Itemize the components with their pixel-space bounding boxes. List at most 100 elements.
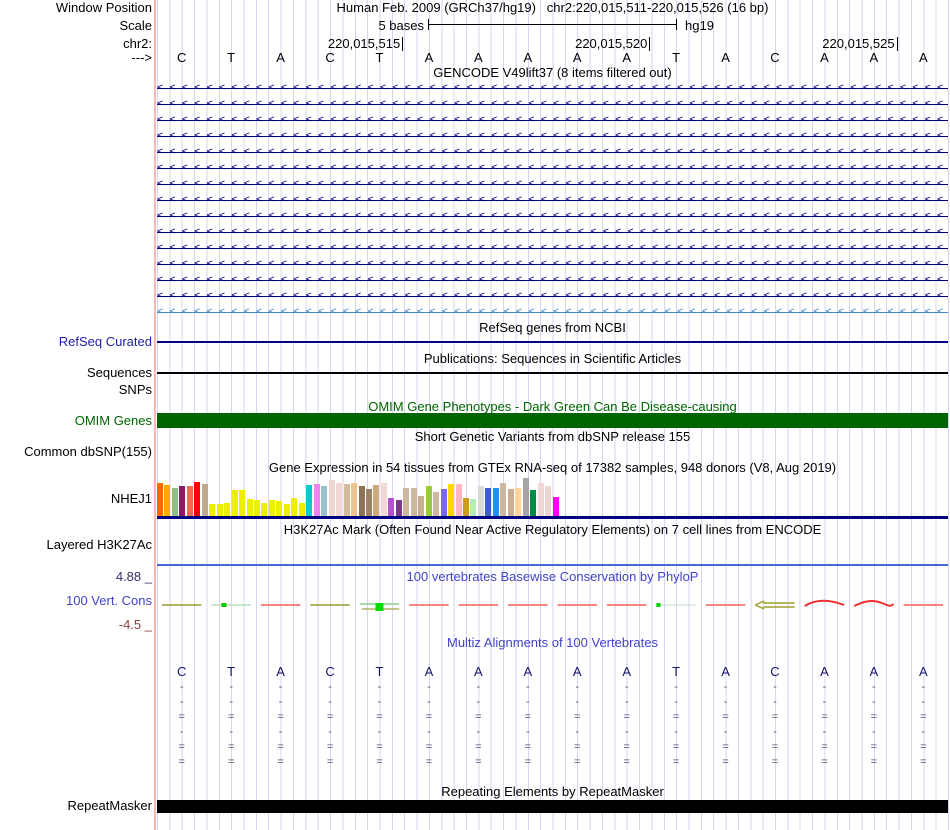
base-letter: A: [622, 50, 631, 65]
refseq-curated-track[interactable]: [157, 341, 948, 343]
phylop-mark: [656, 603, 661, 607]
gene-transcript-row[interactable]: <<<<<<<<<<<<<<<<<<<<<<<<<<<<<<<<<<<<<<<<…: [157, 128, 948, 144]
ruler-tick-label: 220,015,525: [157, 37, 898, 51]
expression-bar: [380, 483, 387, 516]
alignment-mark: -: [427, 681, 431, 693]
expression-bar: [492, 488, 499, 516]
gene-transcript-row[interactable]: <<<<<<<<<<<<<<<<<<<<<<<<<<<<<<<<<<<<<<<<…: [157, 80, 948, 96]
phylop-title: 100 vertebrates Basewise Conservation by…: [406, 569, 699, 584]
phylop-mark: [221, 603, 227, 607]
alignment-mark: =: [425, 711, 433, 723]
alignment-mark: =: [821, 711, 828, 723]
gene-transcript-row[interactable]: <<<<<<<<<<<<<<<<<<<<<<<<<<<<<<<<<<<<<<<<…: [157, 112, 948, 128]
gene-transcript-row[interactable]: <<<<<<<<<<<<<<<<<<<<<<<<<<<<<<<<<<<<<<<<…: [157, 224, 948, 240]
gene-transcript-row[interactable]: <<<<<<<<<<<<<<<<<<<<<<<<<<<<<<<<<<<<<<<<…: [157, 240, 948, 256]
alignment-mark: =: [277, 756, 284, 768]
alignment-mark: =: [376, 756, 383, 768]
center-guideline: [154, 0, 156, 830]
repeatmasker-track[interactable]: [157, 800, 948, 813]
strand-arrows: <<<<<<<<<<<<<<<<<<<<<<<<<<<<<<<<<<<<<<<<…: [157, 242, 948, 253]
alignment-mark: =: [425, 756, 433, 768]
expression-bar: [343, 484, 350, 516]
gtex-baseline: [157, 516, 948, 519]
expression-bar: [530, 490, 537, 516]
base-letter: T: [227, 50, 236, 65]
position-title: Human Feb. 2009 (GRCh37/hg19) chr2:220,0…: [336, 0, 769, 15]
alignment-mark: =: [623, 711, 630, 723]
alignment-mark: =: [227, 741, 235, 753]
expression-bar: [388, 498, 395, 516]
expression-bar: [298, 503, 305, 516]
alignment-mark: =: [870, 741, 878, 753]
gene-transcript-row[interactable]: <<<<<<<<<<<<<<<<<<<<<<<<<<<<<<<<<<<<<<<<…: [157, 272, 948, 288]
genome-browser: Window Position Human Feb. 2009 (GRCh37/…: [0, 0, 950, 830]
expression-bar: [328, 480, 335, 516]
gene-transcript-row[interactable]: <<<<<<<<<<<<<<<<<<<<<<<<<<<<<<<<<<<<<<<<…: [157, 144, 948, 160]
alignment-mark: -: [476, 681, 481, 693]
phylop-mark: [375, 603, 384, 611]
phylop-conservation-track[interactable]: [157, 592, 948, 622]
alignment-mark: =: [920, 741, 927, 753]
alignment-mark: -: [872, 696, 876, 708]
alignment-mark: =: [821, 756, 828, 768]
aligned-base: A: [474, 664, 483, 679]
alignment-row: ----------------: [157, 680, 948, 694]
phylop-min-label: -4.5 _: [118, 617, 152, 632]
expression-bar: [283, 504, 290, 516]
gene-transcript-row[interactable]: <<<<<<<<<<<<<<<<<<<<<<<<<<<<<<<<<<<<<<<<…: [157, 208, 948, 224]
alignment-mark: =: [771, 756, 779, 768]
expression-bar: [254, 500, 261, 516]
expression-bar: [485, 488, 492, 516]
base-letter: A: [523, 50, 533, 65]
assembly-label: hg19: [685, 18, 714, 33]
scale-length-label: 5 bases: [378, 18, 424, 33]
gene-transcript-row[interactable]: <<<<<<<<<<<<<<<<<<<<<<<<<<<<<<<<<<<<<<<<…: [157, 288, 948, 304]
expression-bar: [239, 490, 246, 516]
alignment-mark: -: [377, 726, 382, 738]
gene-transcript-row[interactable]: <<<<<<<<<<<<<<<<<<<<<<<<<<<<<<<<<<<<<<<<…: [157, 160, 948, 176]
alignment-mark: =: [178, 756, 185, 768]
alignment-mark: -: [427, 696, 431, 708]
alignment-mark: =: [524, 756, 532, 768]
gene-transcript-row[interactable]: <<<<<<<<<<<<<<<<<<<<<<<<<<<<<<<<<<<<<<<<…: [157, 96, 948, 112]
h3k27ac-track[interactable]: [157, 564, 948, 566]
alignment-mark: -: [723, 726, 728, 738]
alignment-mark: =: [672, 756, 680, 768]
alignment-mark: -: [822, 681, 827, 693]
alignment-mark: -: [822, 726, 827, 738]
omim-genes-track[interactable]: [157, 413, 948, 428]
aligned-base: A: [721, 664, 730, 679]
common-dbsnp-label[interactable]: Common dbSNP(155): [24, 445, 152, 459]
strand-arrows: <<<<<<<<<<<<<<<<<<<<<<<<<<<<<<<<<<<<<<<<…: [157, 194, 948, 205]
alignment-mark: =: [475, 756, 482, 768]
alignment-mark: =: [475, 711, 482, 723]
sequences-track[interactable]: [157, 372, 948, 374]
sequences-label[interactable]: Sequences: [87, 366, 152, 380]
strand-arrows: <<<<<<<<<<<<<<<<<<<<<<<<<<<<<<<<<<<<<<<<…: [157, 130, 948, 141]
chromosome-label: chr2:: [123, 36, 152, 51]
gene-transcript-row[interactable]: <<<<<<<<<<<<<<<<<<<<<<<<<<<<<<<<<<<<<<<<…: [157, 256, 948, 272]
omim-genes-label[interactable]: OMIM Genes: [75, 414, 152, 428]
phylop-mark: [754, 600, 765, 610]
gene-transcript-row[interactable]: <<<<<<<<<<<<<<<<<<<<<<<<<<<<<<<<<<<<<<<<…: [157, 192, 948, 208]
gene-transcript-row[interactable]: <<<<<<<<<<<<<<<<<<<<<<<<<<<<<<<<<<<<<<<<…: [157, 304, 948, 320]
expression-bar: [358, 486, 365, 516]
phylop-track-label[interactable]: 100 Vert. Cons: [66, 594, 152, 608]
alignment-mark: =: [574, 756, 581, 768]
h3k27ac-label[interactable]: Layered H3K27Ac: [46, 538, 152, 552]
base-letter: C: [177, 50, 187, 65]
gtex-gene-label[interactable]: NHEJ1: [111, 492, 152, 506]
alignment-mark: -: [624, 726, 629, 738]
expression-bar: [336, 483, 343, 516]
refseq-curated-label[interactable]: RefSeq Curated: [59, 335, 152, 349]
expression-bar: [425, 486, 432, 516]
alignment-row: CTACTAAAAATACAAA: [157, 665, 948, 679]
strand-arrows: <<<<<<<<<<<<<<<<<<<<<<<<<<<<<<<<<<<<<<<<…: [157, 210, 948, 221]
aligned-base: A: [424, 664, 434, 679]
snps-label[interactable]: SNPs: [119, 383, 152, 397]
repeatmasker-title: Repeating Elements by RepeatMasker: [441, 784, 664, 799]
repeatmasker-label[interactable]: RepeatMasker: [67, 799, 152, 813]
alignment-mark: -: [921, 726, 926, 738]
alignment-mark: =: [920, 711, 927, 723]
gene-transcript-row[interactable]: <<<<<<<<<<<<<<<<<<<<<<<<<<<<<<<<<<<<<<<<…: [157, 176, 948, 192]
